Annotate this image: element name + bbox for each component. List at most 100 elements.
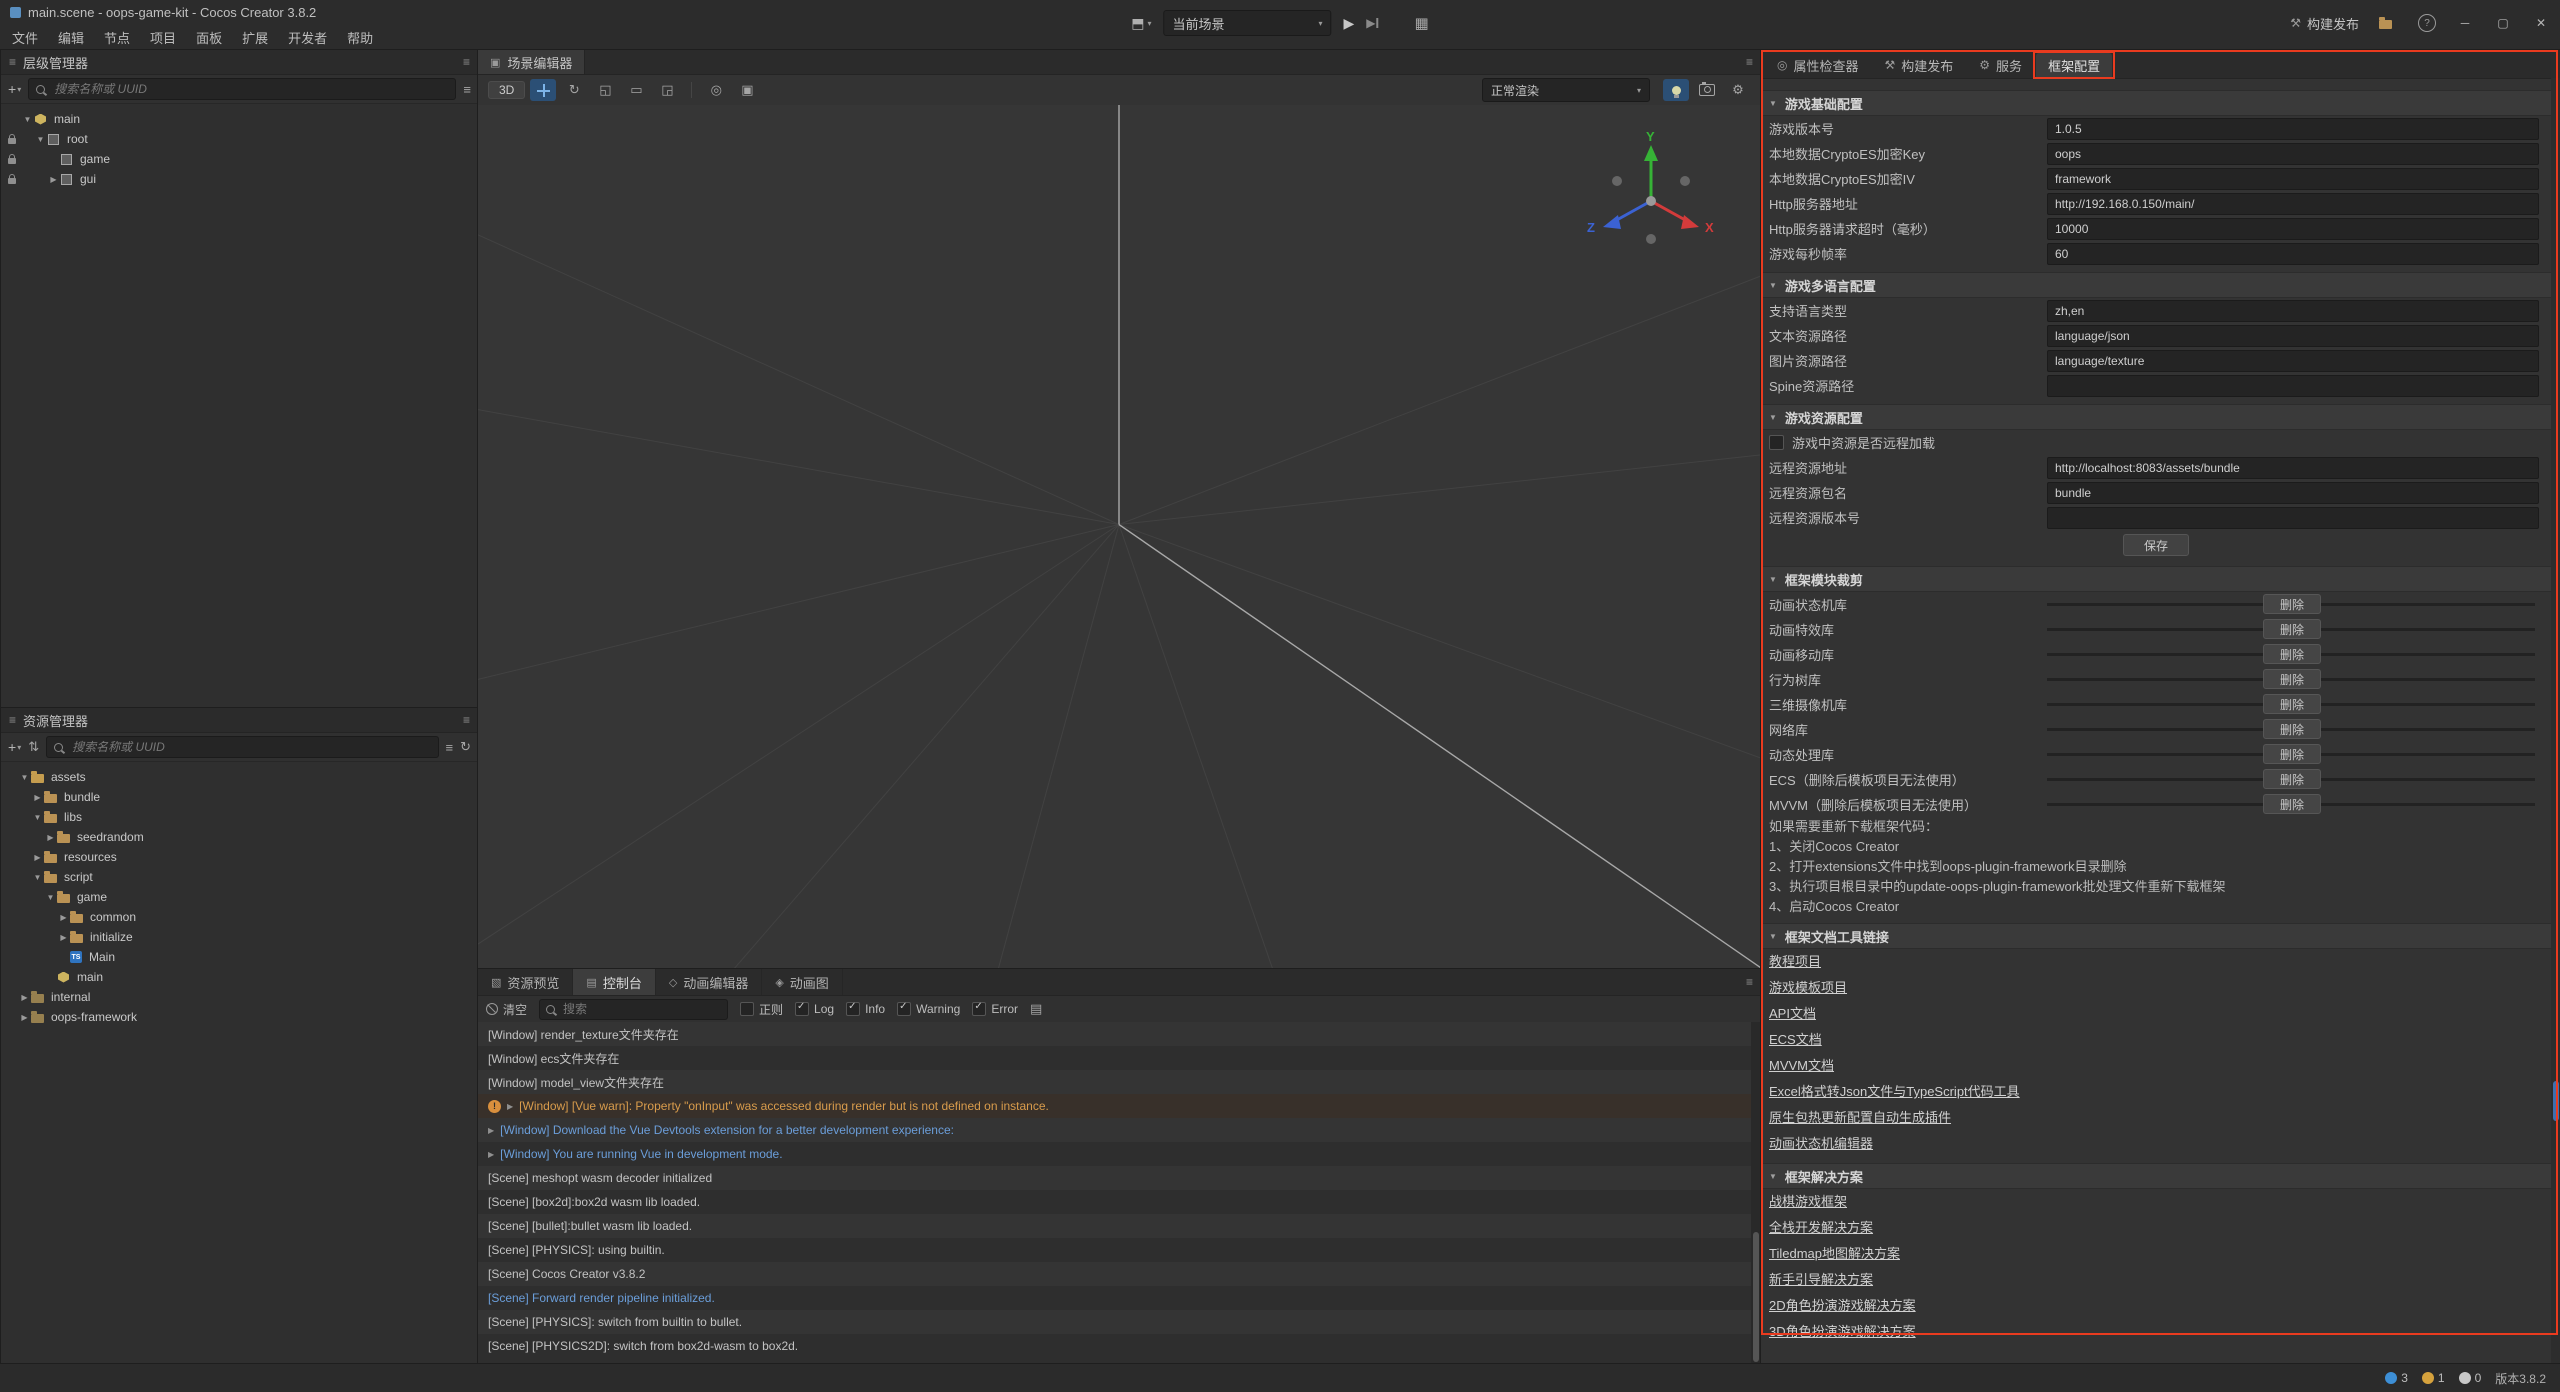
language-row-3-input[interactable] [2047,375,2539,397]
filter-icon[interactable]: ≡ [446,740,454,755]
console-tab-preview[interactable]: ▧资源预览 [478,969,573,995]
basic-row-0-input[interactable] [2047,118,2539,140]
layout-icon[interactable]: ▦ [1415,14,1429,32]
expand-arrow-icon[interactable]: ▶ [507,1102,513,1111]
expand-arrow-icon[interactable]: ▶ [18,993,31,1002]
save-button[interactable]: 保存 [2123,534,2189,556]
expand-arrow-icon[interactable]: ▼ [44,893,57,902]
expand-arrow-icon[interactable]: ▶ [57,913,70,922]
asset-node[interactable]: ▼assets [1,767,478,787]
filter-icon[interactable]: ≡ [463,82,471,97]
menu-item[interactable]: 编辑 [48,26,94,49]
coordinate-toggle-icon[interactable]: ▣ [734,79,760,101]
log-row-1[interactable]: [Window] ecs文件夹存在 [478,1046,1751,1070]
delete-button[interactable]: 删除 [2263,769,2321,789]
light-icon[interactable] [1663,79,1689,101]
scene-viewport[interactable]: Y X Z [478,105,1761,969]
log-row-13[interactable]: [Scene] [PHYSICS2D]: switch from box2d-w… [478,1334,1751,1358]
log-row-3[interactable]: !▶[Window] [Vue warn]: Property "onInput… [478,1094,1751,1118]
maximize-button[interactable]: ▢ [2494,16,2512,30]
resource-row-0-input[interactable] [2047,457,2539,479]
console-filter-regex[interactable]: 正则 [740,1001,783,1018]
scene-select[interactable]: 当前场景 ▾ [1164,10,1332,36]
move-tool-icon[interactable] [530,79,556,101]
delete-button[interactable]: 删除 [2263,644,2321,664]
doc-link-2[interactable]: API文档 [1761,1001,1824,1027]
hierarchy-search-input[interactable] [52,81,448,97]
render-mode-select[interactable]: 正常渲染 ▾ [1482,78,1650,102]
menu-item[interactable]: 节点 [94,26,140,49]
preview-device-icon[interactable]: ⬒▾ [1131,15,1151,32]
section-solutions[interactable]: ▼框架解决方案 [1761,1163,2551,1189]
hierarchy-node[interactable]: game [1,149,478,169]
add-node-button[interactable]: +▾ [8,81,21,97]
console-search-input[interactable] [561,1001,721,1017]
solution-link-2[interactable]: Tiledmap地图解决方案 [1761,1241,1908,1267]
minimize-button[interactable]: ─ [2456,16,2474,30]
panel-options-icon[interactable]: ≡ [463,713,470,727]
expand-arrow-icon[interactable]: ▶ [488,1150,494,1159]
menu-item[interactable]: 帮助 [337,26,383,49]
tab-services[interactable]: ⚙服务 [1967,53,2034,77]
solution-link-3[interactable]: 新手引导解决方案 [1761,1267,1881,1293]
expand-arrow-icon[interactable]: ▶ [488,1126,494,1135]
doc-link-3[interactable]: ECS文档 [1761,1027,1830,1053]
delete-button[interactable]: 删除 [2263,719,2321,739]
add-asset-button[interactable]: +▾ [8,739,21,755]
log-row-9[interactable]: [Scene] [PHYSICS]: using builtin. [478,1238,1751,1262]
menu-item[interactable]: 面板 [186,26,232,49]
basic-row-2-input[interactable] [2047,168,2539,190]
console-filter-error[interactable]: Error [972,1002,1018,1016]
language-row-0-input[interactable] [2047,300,2539,322]
section-basic[interactable]: ▼游戏基础配置 [1761,90,2551,116]
remote-load-checkbox[interactable] [1769,435,1784,450]
menu-item[interactable]: 扩展 [232,26,278,49]
menu-item[interactable]: 项目 [140,26,186,49]
refresh-icon[interactable]: ↻ [460,739,471,755]
asset-node[interactable]: ▼libs [1,807,478,827]
expand-arrow-icon[interactable]: ▼ [18,773,31,782]
close-button[interactable]: ✕ [2532,16,2550,30]
inspector-scrollbar[interactable] [2551,78,2560,1364]
checkbox-icon[interactable] [740,1002,754,1016]
asset-node[interactable]: ▶seedrandom [1,827,478,847]
tab-build[interactable]: ⚒构建发布 [1873,53,1966,77]
section-language[interactable]: ▼游戏多语言配置 [1761,272,2551,298]
asset-node[interactable]: ▼game [1,887,478,907]
doc-link-1[interactable]: 游戏模板项目 [1761,975,1855,1001]
log-row-8[interactable]: [Scene] [bullet]:bullet wasm lib loaded. [478,1214,1751,1238]
play-button[interactable]: ▶ [1344,15,1355,32]
gear-icon[interactable]: ⚙ [1725,79,1751,101]
assets-search-input[interactable] [70,739,430,755]
log-row-5[interactable]: ▶[Window] You are running Vue in develop… [478,1142,1751,1166]
log-row-11[interactable]: [Scene] Forward render pipeline initiali… [478,1286,1751,1310]
delete-button[interactable]: 删除 [2263,794,2321,814]
expand-arrow-icon[interactable]: ▼ [21,115,34,124]
resource-row-1-input[interactable] [2047,482,2539,504]
console-filter-info[interactable]: Info [846,1002,885,1016]
panel-options-icon[interactable]: ≡ [463,55,470,69]
tab-framework-config[interactable]: 框架配置 [2036,53,2112,77]
console-filter-log[interactable]: Log [795,1002,834,1016]
panel-options-icon[interactable]: ≡ [1746,55,1753,69]
checkbox-icon[interactable] [795,1002,809,1016]
log-row-12[interactable]: [Scene] [PHYSICS]: switch from builtin t… [478,1310,1751,1334]
expand-arrow-icon[interactable]: ▼ [31,873,44,882]
console-tab-console[interactable]: ▤控制台 [573,969,655,995]
log-row-4[interactable]: ▶[Window] Download the Vue Devtools exte… [478,1118,1751,1142]
delete-button[interactable]: 删除 [2263,619,2321,639]
asset-node[interactable]: ▶common [1,907,478,927]
scene-editor-tab[interactable]: ▣ 场景编辑器 [478,50,585,74]
expand-arrow-icon[interactable]: ▼ [31,813,44,822]
delete-button[interactable]: 删除 [2263,669,2321,689]
hierarchy-node[interactable]: ▼root [1,129,478,149]
solution-link-4[interactable]: 2D角色扮演游戏解决方案 [1761,1293,1924,1319]
log-row-0[interactable]: [Window] render_texture文件夹存在 [478,1022,1751,1046]
console-filter-warning[interactable]: Warning [897,1002,960,1016]
doc-link-4[interactable]: MVVM文档 [1761,1053,1842,1079]
language-row-1-input[interactable] [2047,325,2539,347]
expand-arrow-icon[interactable]: ▶ [57,933,70,942]
scale-tool-icon[interactable]: ◱ [592,79,618,101]
delete-button[interactable]: 删除 [2263,694,2321,714]
camera-icon[interactable] [1694,79,1720,101]
